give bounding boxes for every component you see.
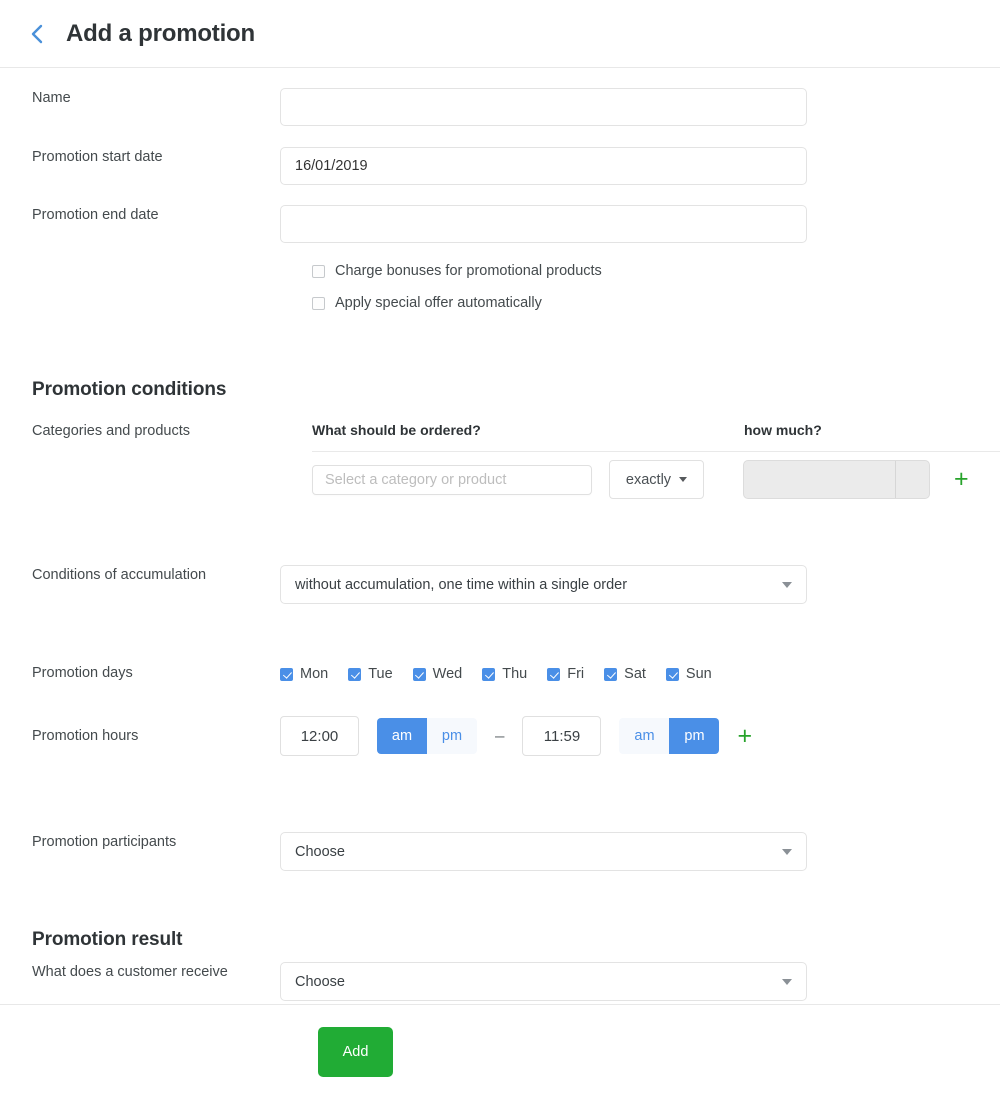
category-product-input[interactable] [312, 464, 592, 495]
add-button[interactable]: Add [318, 1027, 393, 1077]
checkbox-box[interactable] [348, 667, 362, 681]
field-row-promotion-hours: Promotion hours am pm – am pm + [0, 716, 752, 756]
customer-receive-value: Choose [295, 973, 345, 990]
day-label: Fri [567, 666, 585, 682]
page-title: Add a promotion [66, 19, 255, 47]
add-promotion-page: Add a promotion Name Promotion start dat… [0, 0, 1000, 1100]
conditions-divider [312, 451, 1000, 452]
chevron-down-icon [782, 581, 792, 588]
start-ampm-toggle: am pm [377, 718, 477, 754]
promotion-days-label: Promotion days [32, 665, 133, 681]
promotion-days-group: Mon Tue Wed Thu Fri Sat Sun [280, 663, 712, 685]
page-header: Add a promotion [0, 0, 1000, 68]
start-date-input[interactable] [280, 147, 807, 185]
field-row-name: Name [0, 88, 807, 126]
day-checkbox-mon[interactable]: Mon [280, 663, 328, 685]
plus-icon[interactable]: + [737, 723, 752, 749]
field-row-promotion-days: Promotion days Mon Tue Wed Thu Fri Sat S… [0, 663, 712, 685]
name-input[interactable] [280, 88, 807, 126]
condition-row: exactly + [312, 460, 969, 499]
customer-receive-select[interactable]: Choose [280, 962, 807, 1001]
start-am-button[interactable]: am [377, 718, 427, 754]
field-row-categories: Categories and products [0, 421, 280, 441]
start-pm-button[interactable]: pm [427, 718, 477, 754]
day-checkbox-sun[interactable]: Sun [665, 663, 712, 685]
column-header-how-much: how much? [744, 422, 822, 438]
customer-receive-label: What does a customer receive [32, 964, 228, 980]
end-date-input[interactable] [280, 205, 807, 243]
checkbox-box[interactable] [312, 264, 325, 278]
day-label: Sat [624, 666, 646, 682]
day-label: Thu [502, 666, 528, 682]
operator-select[interactable]: exactly [609, 460, 704, 499]
day-label: Mon [300, 666, 329, 682]
checkbox-box[interactable] [547, 667, 561, 681]
day-checkbox-sat[interactable]: Sat [604, 663, 646, 685]
page-footer: Add [0, 1004, 1000, 1100]
promotion-hours-label: Promotion hours [32, 728, 139, 744]
day-checkbox-fri[interactable]: Fri [547, 663, 584, 685]
checkbox-box[interactable] [312, 296, 325, 310]
categories-label: Categories and products [32, 423, 190, 439]
field-row-accumulation: Conditions of accumulation without accum… [0, 565, 807, 604]
day-label: Wed [432, 666, 463, 682]
field-row-customer-receive: What does a customer receive Choose [0, 962, 807, 1001]
checkbox-box[interactable] [280, 667, 293, 681]
checkbox-label: Charge bonuses for promotional products [335, 263, 602, 279]
field-row-participants: Promotion participants Choose [0, 832, 807, 871]
section-heading-result: Promotion result [32, 929, 183, 950]
checkbox-box[interactable] [604, 667, 618, 681]
chevron-down-icon [679, 477, 688, 482]
accumulation-value: without accumulation, one time within a … [295, 576, 628, 593]
day-checkbox-wed[interactable]: Wed [412, 663, 463, 685]
checkbox-box[interactable] [482, 667, 496, 681]
name-label: Name [32, 90, 71, 106]
quantity-field[interactable] [744, 461, 895, 498]
participants-label: Promotion participants [32, 834, 177, 850]
plus-icon[interactable]: + [954, 467, 969, 492]
checkbox-charge-bonuses[interactable]: Charge bonuses for promotional products [312, 260, 602, 282]
promotion-hours-group: am pm – am pm + [280, 716, 752, 756]
day-label: Tue [368, 666, 393, 682]
chevron-left-icon[interactable] [24, 19, 50, 49]
section-heading-conditions: Promotion conditions [32, 379, 227, 400]
checkbox-label: Apply special offer automatically [335, 295, 542, 311]
accumulation-label: Conditions of accumulation [32, 567, 207, 583]
options-checkbox-group: Charge bonuses for promotional products … [312, 260, 602, 314]
start-time-input[interactable] [280, 716, 359, 756]
quantity-stepper[interactable] [896, 461, 929, 498]
checkbox-box[interactable] [665, 667, 679, 681]
column-header-what-ordered: What should be ordered? [312, 422, 481, 438]
chevron-down-icon [782, 978, 792, 985]
day-checkbox-tue[interactable]: Tue [348, 663, 393, 685]
field-row-start-date: Promotion start date [0, 147, 807, 185]
chevron-down-icon [782, 848, 792, 855]
day-checkbox-thu[interactable]: Thu [482, 663, 527, 685]
operator-select-value: exactly [625, 471, 672, 488]
checkbox-apply-special-offer[interactable]: Apply special offer automatically [312, 292, 602, 314]
form-body: Name Promotion start date Promotion end … [0, 68, 1000, 1004]
checkbox-box[interactable] [412, 667, 426, 681]
participants-value: Choose [295, 843, 345, 860]
start-date-label: Promotion start date [32, 149, 163, 165]
quantity-input[interactable] [743, 460, 930, 499]
day-label: Sun [685, 666, 712, 682]
field-row-end-date: Promotion end date [0, 205, 807, 243]
end-pm-button[interactable]: pm [669, 718, 720, 754]
time-range-separator: – [495, 726, 505, 745]
accumulation-select[interactable]: without accumulation, one time within a … [280, 565, 807, 604]
end-time-input[interactable] [522, 716, 602, 756]
end-am-button[interactable]: am [619, 718, 670, 754]
end-date-label: Promotion end date [32, 207, 159, 223]
end-ampm-toggle: am pm [619, 718, 720, 754]
participants-select[interactable]: Choose [280, 832, 807, 871]
